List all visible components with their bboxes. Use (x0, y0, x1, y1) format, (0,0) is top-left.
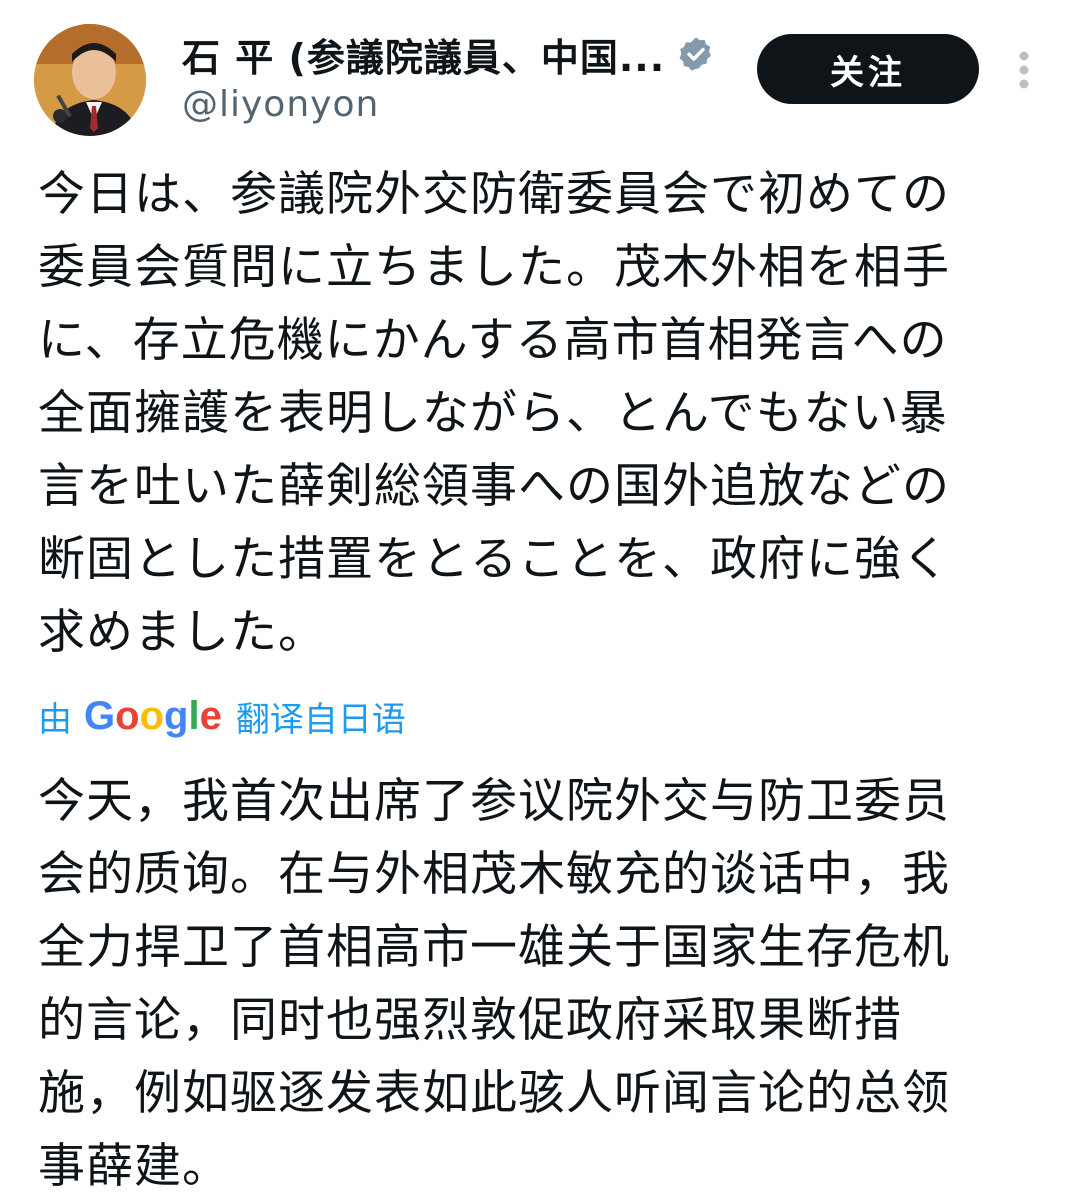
avatar-photo-icon (34, 24, 146, 136)
original-line: 今日は、参議院外交防衛委員会で初めての (38, 167, 950, 222)
translation-line: 会的质询。在与外相茂木敏充的谈话中，我 (38, 847, 950, 902)
original-line: に、存立危機にかんする高市首相発言への (38, 313, 948, 368)
display-name-row: 石 平 (参議院議員、中国... (182, 28, 742, 80)
display-name[interactable]: 石 平 (参議院議員、中国... (182, 27, 665, 82)
translated-by-suffix: 翻译自日语 (235, 699, 406, 740)
avatar[interactable] (34, 24, 146, 136)
verified-badge-icon (679, 37, 712, 71)
user-info: 石 平 (参議院議員、中国... @liyonyon (182, 28, 742, 125)
translated-by-google-link[interactable]: 由 Google 翻译自日语 (38, 690, 406, 742)
tweet-translation-text: 今天，我首次出席了参议院外交与防卫委员 会的质询。在与外相茂木敏充的谈话中，我 … (38, 765, 1038, 1203)
translation-line: 全力捍卫了首相高市一雄关于国家生存危机 (38, 920, 950, 975)
original-line: 求めました。 (38, 605, 326, 660)
translated-by-prefix: 由 (38, 699, 72, 740)
user-handle[interactable]: @liyonyon (182, 84, 742, 125)
translation-line: 今天，我首次出席了参议院外交与防卫委员 (38, 774, 950, 829)
tweet-header: 石 平 (参議院議員、中国... @liyonyon 关注 (0, 0, 1080, 150)
translation-line: 的言论，同时也强烈敦促政府采取果断措 (38, 993, 902, 1048)
original-line: 委員会質問に立ちました。茂木外相を相手 (38, 240, 950, 295)
more-vertical-icon[interactable] (1012, 48, 1036, 92)
translation-line: 施，例如驱逐发表如此骇人听闻言论的总领 (38, 1066, 950, 1121)
original-line: 断固とした措置をとることを、政府に強く (38, 532, 950, 587)
follow-button[interactable]: 关注 (757, 34, 979, 104)
original-line: 全面擁護を表明しながら、とんでもない暴 (38, 386, 948, 441)
tweet-original-text: 今日は、参議院外交防衛委員会で初めての 委員会質問に立ちました。茂木外相を相手 … (38, 158, 1038, 669)
original-line: 言を吐いた薛剣総領事への国外追放などの (38, 459, 950, 514)
translation-line: 事薛建。 (38, 1139, 230, 1194)
google-logo: Google (84, 693, 222, 738)
